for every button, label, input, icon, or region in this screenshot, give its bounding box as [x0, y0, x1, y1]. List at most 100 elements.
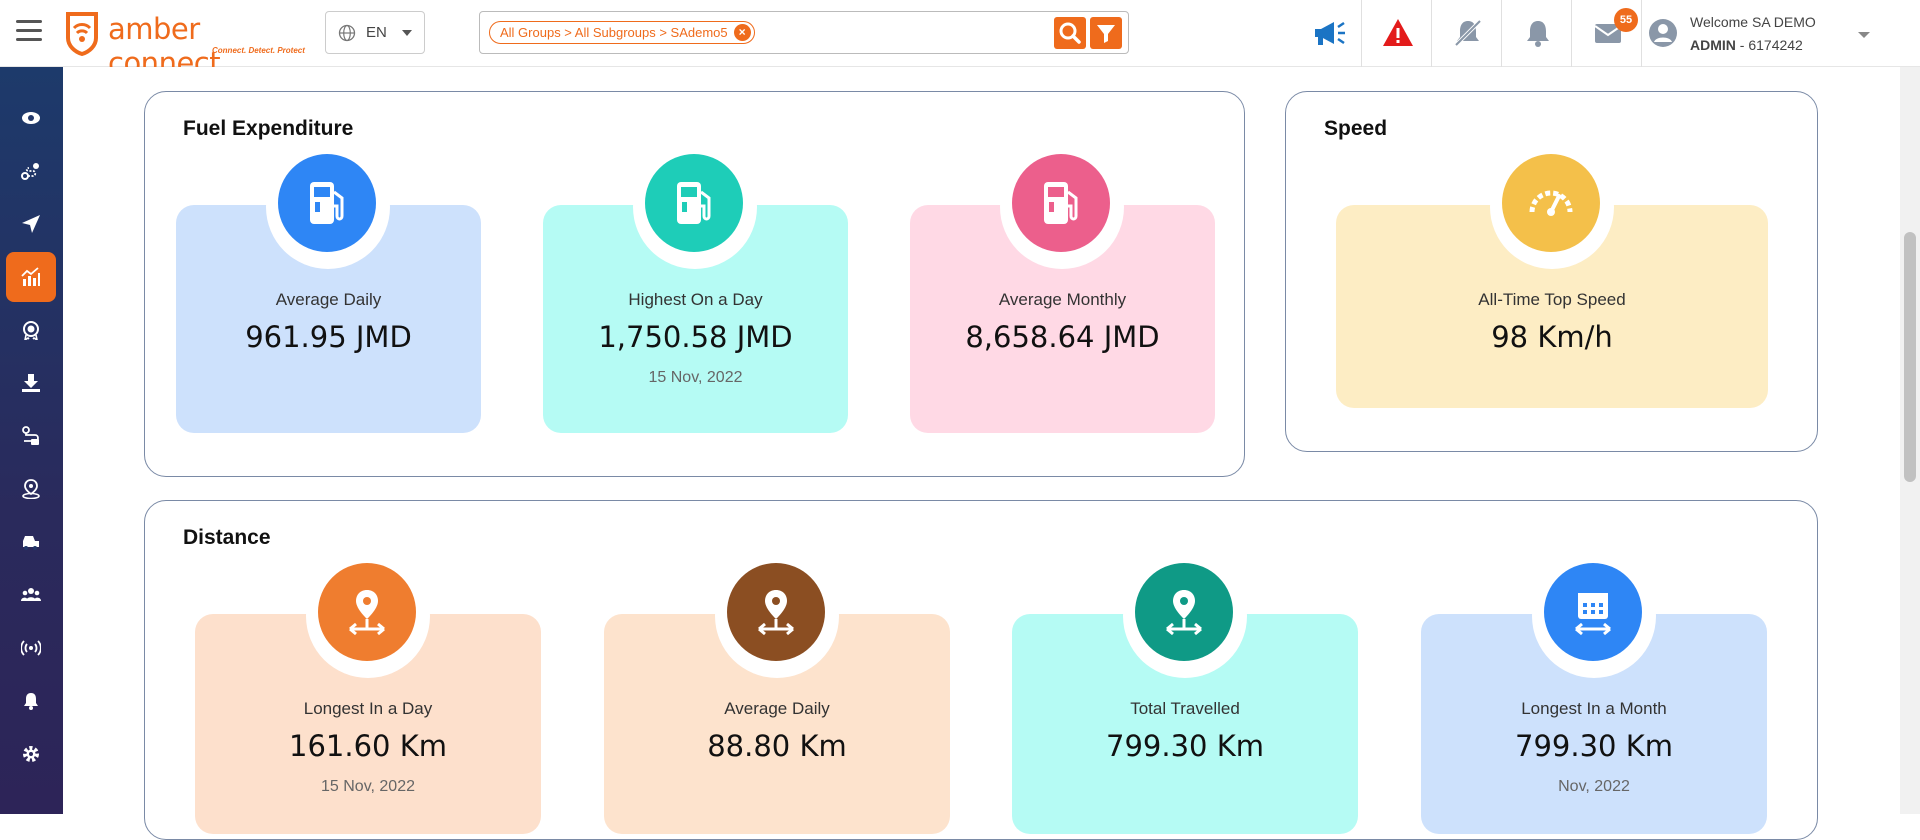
distance-icon-circle — [727, 563, 825, 661]
location-person-icon — [22, 479, 40, 499]
tile-label: Average Daily — [724, 699, 830, 718]
route-icon — [21, 163, 39, 180]
tile-value: 799.30 Km — [1106, 729, 1264, 763]
vertical-scrollbar[interactable] — [1900, 67, 1920, 814]
speedometer-icon-circle — [1502, 154, 1600, 252]
fuel-pump-icon — [677, 182, 711, 224]
bell-icon — [24, 693, 38, 710]
fuel-average-monthly-tile: Average Monthly 8,658.64 JMD — [910, 145, 1215, 433]
tile-label: Average Monthly — [998, 290, 1127, 309]
trip-route-icon — [22, 426, 39, 445]
analytics-icon — [21, 267, 40, 286]
navigate-icon — [22, 215, 40, 233]
user-menu[interactable]: Welcome SA DEMO ADMIN - 6174242 — [1648, 10, 1898, 58]
fuel-expenditure-card: Fuel Expenditure Average Daily 961.95 JM… — [144, 91, 1245, 477]
tile-label: Highest On a Day — [628, 290, 763, 309]
sidebar-item-settings[interactable] — [6, 729, 56, 779]
chevron-down-icon — [1858, 32, 1870, 38]
scrollbar-thumb[interactable] — [1904, 232, 1916, 482]
sidebar-item-users[interactable] — [6, 570, 56, 620]
logo-tagline: Connect. Detect. Protect — [212, 46, 305, 55]
vehicles-icon — [23, 536, 39, 550]
user-avatar-icon — [1649, 19, 1677, 47]
user-role-line: ADMIN - 6174242 — [1690, 37, 1803, 53]
top-icon-bar: 55 — [1292, 0, 1642, 67]
main-content: Fuel Expenditure Average Daily 961.95 JM… — [63, 67, 1900, 840]
logo-mark-icon — [66, 12, 98, 56]
notification-badge: 55 — [1614, 8, 1638, 32]
broadcast-icon — [21, 640, 41, 656]
megaphone-icon — [1315, 21, 1345, 45]
hamburger-menu-icon[interactable] — [16, 20, 42, 42]
sidebar-item-vehicles[interactable] — [6, 517, 56, 567]
sidebar-item-rewards[interactable] — [6, 305, 56, 355]
user-id: - 6174242 — [1739, 37, 1803, 53]
bell-button[interactable] — [1502, 0, 1572, 67]
tile-date: 15 Nov, 2022 — [648, 369, 743, 386]
sidebar-item-locations[interactable] — [6, 464, 56, 514]
download-icon — [22, 374, 40, 392]
tile-date: 15 Nov, 2022 — [321, 778, 415, 795]
tile-label: Total Travelled — [1130, 699, 1240, 718]
tile-value: 1,750.58 JMD — [598, 320, 793, 354]
location-distance-icon — [349, 590, 385, 636]
sidebar-item-trips[interactable] — [6, 411, 56, 461]
messages-button[interactable]: 55 — [1572, 0, 1642, 67]
distance-average-daily-tile: Average Daily 88.80 Km — [604, 554, 950, 834]
top-speed-tile: All-Time Top Speed 98 Km/h — [1336, 145, 1768, 408]
location-distance-icon — [758, 590, 794, 636]
fuel-highest-day-tile: Highest On a Day 1,750.58 JMD 15 Nov, 20… — [543, 145, 848, 433]
distance-longest-day-tile: Longest In a Day 161.60 Km 15 Nov, 2022 — [195, 554, 541, 834]
language-select[interactable]: EN — [325, 11, 425, 54]
amber-connect-logo[interactable]: amber connect Connect. Detect. Protect — [62, 8, 312, 80]
distance-title: Distance — [183, 526, 271, 549]
warning-icon — [1383, 19, 1413, 46]
speed-title: Speed — [1324, 117, 1388, 140]
location-distance-icon — [1166, 590, 1202, 636]
distance-longest-month-tile: Longest In a Month 799.30 Km Nov, 2022 — [1421, 554, 1767, 834]
distance-total-travelled-tile: Total Travelled 799.30 Km — [1012, 554, 1358, 834]
tile-label: Longest In a Day — [303, 699, 433, 718]
top-bar: amber connect Connect. Detect. Protect E… — [0, 0, 1920, 80]
tile-label: All-Time Top Speed — [1478, 290, 1626, 309]
eye-icon — [22, 112, 40, 124]
filter-icon — [1097, 25, 1115, 43]
sidebar-item-analytics[interactable] — [6, 252, 56, 302]
chevron-down-icon — [402, 30, 412, 36]
globe-icon — [338, 24, 356, 41]
sidebar-item-downloads[interactable] — [6, 358, 56, 408]
breadcrumb-chip[interactable]: All Groups > All Subgroups > SAdemo5 × — [489, 21, 755, 44]
breadcrumb-chip-label: All Groups > All Subgroups > SAdemo5 — [500, 25, 728, 40]
sidebar-item-routes[interactable] — [6, 146, 56, 196]
fuel-pump-icon — [310, 182, 344, 224]
users-icon — [21, 588, 41, 601]
alerts-button[interactable] — [1362, 0, 1432, 67]
tile-value: 961.95 JMD — [245, 320, 412, 354]
award-icon — [23, 321, 39, 340]
calendar-icon-circle — [1544, 563, 1642, 661]
search-icon — [1059, 22, 1081, 44]
calendar-distance-icon — [1575, 593, 1611, 636]
sidebar-item-navigate[interactable] — [6, 199, 56, 249]
sidebar-item-alerts[interactable] — [6, 676, 56, 726]
user-role: ADMIN — [1690, 37, 1736, 53]
search-button[interactable] — [1054, 17, 1086, 49]
close-icon[interactable]: × — [733, 24, 751, 41]
fuel-pump-icon — [1044, 182, 1078, 224]
distance-icon-circle — [1135, 563, 1233, 661]
tile-date: Nov, 2022 — [1558, 778, 1630, 795]
bell-icon — [1527, 21, 1549, 47]
tile-label: Average Daily — [275, 290, 382, 309]
filter-button[interactable] — [1090, 17, 1122, 49]
language-value: EN — [366, 24, 387, 41]
group-filter-search[interactable]: All Groups > All Subgroups > SAdemo5 × — [479, 11, 1129, 54]
sidebar-item-overview[interactable] — [6, 93, 56, 143]
announcement-button[interactable] — [1292, 0, 1362, 67]
tile-value: 88.80 Km — [707, 729, 847, 763]
fuel-pump-icon-circle — [278, 154, 376, 252]
tile-value: 799.30 Km — [1515, 729, 1673, 763]
gear-icon — [23, 746, 39, 762]
sidebar-item-broadcast[interactable] — [6, 623, 56, 673]
muted-bell-icon — [1454, 19, 1482, 47]
mute-notifications-button[interactable] — [1432, 0, 1502, 67]
